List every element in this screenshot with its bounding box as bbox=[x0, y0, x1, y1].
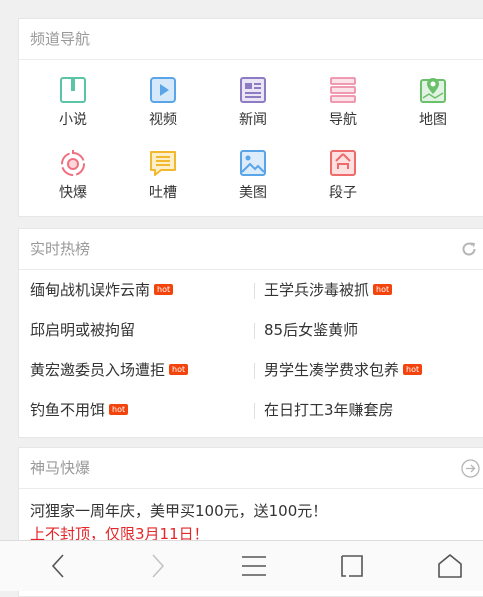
shenma-news-title: 神马快爆 bbox=[19, 448, 483, 489]
column-divider bbox=[254, 323, 255, 339]
nav-item-news[interactable]: 新闻 bbox=[208, 76, 298, 136]
hot-item[interactable]: 在日打工3年赚套房 bbox=[264, 390, 394, 430]
home-button[interactable] bbox=[437, 553, 463, 579]
column-divider bbox=[254, 403, 255, 419]
nav-item-label: 美图 bbox=[239, 185, 267, 201]
nav-item-map[interactable]: 地图 bbox=[388, 76, 478, 136]
refresh-icon[interactable] bbox=[461, 241, 477, 257]
hot-item-text: 邱启明或被拘留 bbox=[30, 321, 136, 339]
channel-nav-card: 频道导航 小说 视频 新闻 导航 地图 快爆 吐槽 美图 段子 bbox=[18, 18, 483, 217]
hot-row: 钓鱼不用饵 hot 在日打工3年赚套房 bbox=[19, 390, 483, 430]
nav-item-label: 吐槽 bbox=[149, 185, 177, 201]
chevron-left-icon bbox=[51, 554, 64, 578]
channel-nav-title: 频道导航 bbox=[19, 19, 483, 60]
hot-item-text: 在日打工3年赚套房 bbox=[264, 401, 394, 419]
hot-item[interactable]: 钓鱼不用饵 hot bbox=[30, 390, 129, 430]
hot-row: 黄宏邀委员入场遭拒 hot 男学生凑学费求包养 hot bbox=[19, 350, 483, 390]
nav-item-label: 段子 bbox=[329, 185, 357, 201]
joke-face-icon bbox=[330, 150, 356, 176]
hot-badge: hot bbox=[373, 284, 393, 295]
newspaper-icon bbox=[240, 77, 266, 103]
picture-icon bbox=[240, 150, 266, 176]
bottom-toolbar bbox=[0, 540, 483, 591]
hot-item-text: 黄宏邀委员入场遭拒 bbox=[30, 361, 166, 379]
nav-item-video[interactable]: 视频 bbox=[118, 76, 208, 136]
hot-row: 缅甸战机误炸云南 hot 王学兵涉毒被抓 hot bbox=[19, 270, 483, 310]
hot-item[interactable]: 邱启明或被拘留 bbox=[30, 310, 135, 350]
column-divider bbox=[254, 283, 255, 299]
hot-item[interactable]: 男学生凑学费求包养 hot bbox=[264, 350, 423, 390]
home-icon bbox=[438, 554, 462, 578]
chat-lines-icon bbox=[150, 151, 176, 176]
nav-item-pictures[interactable]: 美图 bbox=[208, 149, 298, 209]
nav-item-label: 地图 bbox=[419, 112, 447, 128]
hot-badge: hot bbox=[403, 364, 423, 375]
nav-item-burst[interactable]: 快爆 bbox=[28, 149, 118, 209]
nav-item-label: 快爆 bbox=[59, 185, 87, 201]
hot-badge: hot bbox=[154, 284, 174, 295]
arrow-right-circle-icon[interactable] bbox=[461, 459, 480, 478]
hot-item[interactable]: 王学兵涉毒被抓 hot bbox=[264, 270, 393, 310]
hot-item-text: 王学兵涉毒被抓 bbox=[264, 281, 370, 299]
hot-badge: hot bbox=[109, 404, 129, 415]
video-play-icon bbox=[150, 77, 176, 103]
nav-item-novel[interactable]: 小说 bbox=[28, 76, 118, 136]
nav-item-roast[interactable]: 吐槽 bbox=[118, 149, 208, 209]
hot-list-title: 实时热榜 bbox=[19, 229, 483, 270]
hot-badge: hot bbox=[169, 364, 189, 375]
hamburger-menu-icon bbox=[242, 556, 266, 576]
forward-button[interactable] bbox=[144, 553, 170, 579]
hot-item[interactable]: 85后女鉴黄师 bbox=[264, 310, 358, 350]
nav-item-navigation[interactable]: 导航 bbox=[298, 76, 388, 136]
window-tabs-icon bbox=[341, 555, 363, 577]
book-icon bbox=[60, 77, 86, 103]
column-divider bbox=[254, 363, 255, 379]
hot-row: 邱启明或被拘留 85后女鉴黄师 bbox=[19, 310, 483, 350]
menu-button[interactable] bbox=[241, 553, 267, 579]
nav-item-jokes[interactable]: 段子 bbox=[298, 149, 388, 209]
hot-item[interactable]: 黄宏邀委员入场遭拒 hot bbox=[30, 350, 189, 390]
shenma-news-line1: 河狸家一周年庆，美甲买100元，送100元！ bbox=[30, 502, 328, 520]
shenma-news-title-text: 神马快爆 bbox=[30, 459, 91, 477]
nav-item-label: 小说 bbox=[59, 112, 87, 128]
hot-list-title-text: 实时热榜 bbox=[30, 240, 91, 258]
windows-button[interactable] bbox=[339, 553, 365, 579]
menu-list-icon bbox=[330, 77, 356, 103]
back-button[interactable] bbox=[46, 553, 72, 579]
hot-item[interactable]: 缅甸战机误炸云南 hot bbox=[30, 270, 174, 310]
nav-item-label: 导航 bbox=[329, 112, 357, 128]
hot-list-card: 实时热榜 缅甸战机误炸云南 hot 王学兵涉毒被抓 hot 邱启明或被拘留 85后女… bbox=[18, 228, 483, 438]
burst-icon bbox=[61, 150, 85, 176]
hot-item-text: 钓鱼不用饵 bbox=[30, 401, 106, 419]
nav-item-label: 视频 bbox=[149, 112, 177, 128]
hot-item-text: 男学生凑学费求包养 bbox=[264, 361, 400, 379]
chevron-right-icon bbox=[152, 554, 165, 578]
nav-item-label: 新闻 bbox=[239, 112, 267, 128]
hot-item-text: 缅甸战机误炸云南 bbox=[30, 281, 151, 299]
hot-item-text: 85后女鉴黄师 bbox=[264, 321, 359, 339]
map-pin-icon bbox=[420, 78, 446, 103]
